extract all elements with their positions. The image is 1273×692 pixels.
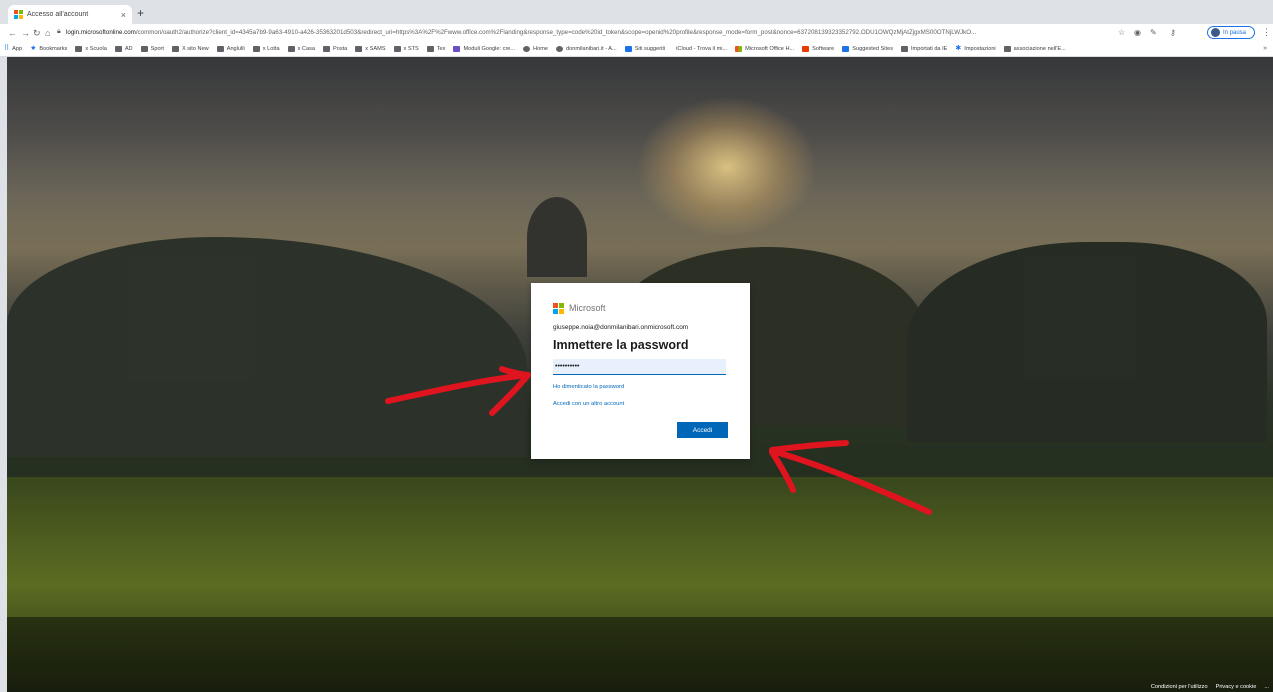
signin-card: Microsoft giuseppe.noia@donmilanibari.on… xyxy=(531,283,750,459)
folder-icon xyxy=(355,46,363,52)
folder-icon xyxy=(252,46,260,52)
bookmark-item[interactable]: Anglulli xyxy=(216,46,245,52)
forms-icon xyxy=(453,46,461,52)
bookmark-item[interactable]: x SAMS xyxy=(355,46,386,52)
forgot-password-link[interactable]: Ho dimenticato la password xyxy=(553,384,727,390)
home-icon[interactable]: ⌂ xyxy=(45,26,50,40)
tab-strip: Accesso all'account × + xyxy=(0,0,1273,24)
apps-icon: ⠿ xyxy=(4,45,10,52)
bookmark-star-icon[interactable]: ☆ xyxy=(1118,27,1125,39)
star-icon: ★ xyxy=(30,45,37,52)
bookmark-item[interactable]: Importati da IE xyxy=(901,46,947,52)
extension-pen-icon[interactable]: ✎ xyxy=(1150,27,1157,39)
bing-icon xyxy=(842,46,850,52)
brand: Microsoft xyxy=(553,302,727,314)
reload-icon[interactable]: ↻ xyxy=(33,26,41,40)
bookmark-item[interactable]: ★ Bookmarks xyxy=(30,45,67,52)
globe-icon xyxy=(556,46,564,52)
tab-title: Accesso all'account xyxy=(27,11,89,18)
bookmark-item[interactable]: Home xyxy=(523,46,548,52)
ms-icon xyxy=(735,46,743,52)
url-path: /common/oauth2/authorize?client_id=4345a… xyxy=(135,29,977,36)
bookmark-item[interactable]: Suggested Sites xyxy=(842,46,893,52)
folder-icon xyxy=(287,46,295,52)
tab-accesso-account[interactable]: Accesso all'account × xyxy=(8,5,132,24)
avatar xyxy=(1211,28,1220,37)
bookmark-item[interactable]: donmilanibari.it - A... xyxy=(556,46,617,52)
bookmark-item[interactable]: Moduli Google: cre... xyxy=(453,46,515,52)
bookmark-item[interactable]: ✱ Impostazioni xyxy=(955,45,995,52)
globe-icon xyxy=(523,46,531,52)
bookmark-item[interactable]: AD xyxy=(114,46,133,52)
folder-icon xyxy=(75,46,83,52)
bookmark-item[interactable]: Posta xyxy=(322,46,347,52)
bookmark-item[interactable]: iCloud - Trova il mi... xyxy=(673,46,727,52)
extension-icon[interactable]: ◉ xyxy=(1134,27,1141,39)
account-identity[interactable]: giuseppe.noia@donmilanibari.onmicrosoft.… xyxy=(553,324,727,331)
bookmark-item[interactable]: x Casa xyxy=(287,46,315,52)
browser-toolbar: ← → ↻ ⌂ 🔒︎ login.microsoftonline.com/com… xyxy=(0,24,1273,42)
page-footer: Condizioni per l'utilizzo Privacy e cook… xyxy=(1151,684,1269,690)
microsoft-logo-icon xyxy=(14,10,23,19)
bookmark-item[interactable]: Siti suggeriti xyxy=(624,46,665,52)
bookmark-item[interactable]: X sito New xyxy=(171,46,209,52)
folder-icon xyxy=(426,46,434,52)
bing-icon xyxy=(624,46,632,52)
bookmark-item[interactable]: Microsoft Office H... xyxy=(735,46,794,52)
other-account-link[interactable]: Accedi con un altro account xyxy=(553,401,727,407)
folder-icon xyxy=(901,46,908,52)
folder-icon xyxy=(114,46,122,52)
office-icon xyxy=(802,46,810,52)
bookmarks-bar: ⠿ App ★ Bookmarks x Scuola AD Sport X sito… xyxy=(0,42,1273,57)
extension-key-icon[interactable]: ⚷ xyxy=(1170,27,1176,39)
bookmark-item[interactable]: associazione nell'E... xyxy=(1003,46,1066,52)
bookmark-item[interactable]: x Lotta xyxy=(252,46,280,52)
folder-icon xyxy=(393,46,401,52)
bookmark-item[interactable]: ⠿ App xyxy=(4,45,22,52)
folder-icon xyxy=(140,46,148,52)
bookmark-item[interactable]: Sport xyxy=(140,46,164,52)
microsoft-logo-icon xyxy=(553,302,564,314)
bookmark-item[interactable]: Software xyxy=(802,46,834,52)
bookmark-item[interactable]: x Scuola xyxy=(75,46,107,52)
footer-more-icon[interactable]: ... xyxy=(1264,684,1269,690)
privacy-link[interactable]: Privacy e cookie xyxy=(1216,684,1257,690)
folder-icon xyxy=(322,46,330,52)
address-bar[interactable]: login.microsoftonline.com/common/oauth2/… xyxy=(66,27,1106,39)
bookmark-item[interactable]: Tex xyxy=(426,46,445,52)
gear-icon: ✱ xyxy=(955,45,962,52)
tab-close-icon[interactable]: × xyxy=(121,10,126,20)
new-tab-button[interactable]: + xyxy=(137,5,144,21)
bookmarks-overflow-icon[interactable]: » xyxy=(1263,45,1267,52)
signin-button[interactable]: Accedi xyxy=(677,422,728,438)
forward-icon[interactable]: → xyxy=(21,26,30,40)
page-title: Immettere la password xyxy=(553,338,689,352)
bookmark-item[interactable]: x STS xyxy=(393,46,419,52)
browser-menu-icon[interactable]: ⋮ xyxy=(1262,27,1271,38)
lock-icon[interactable]: 🔒︎ xyxy=(57,28,61,36)
password-field[interactable] xyxy=(553,359,726,375)
folder-icon xyxy=(216,46,224,52)
folder-icon xyxy=(1003,46,1011,52)
profile-button[interactable]: In pausa xyxy=(1207,26,1255,39)
back-icon[interactable]: ← xyxy=(8,26,17,40)
terms-link[interactable]: Condizioni per l'utilizzo xyxy=(1151,684,1208,690)
url-host: login.microsoftonline.com xyxy=(66,29,136,36)
profile-status: In pausa xyxy=(1223,29,1247,36)
folder-icon xyxy=(171,46,179,52)
brand-name: Microsoft xyxy=(569,303,606,313)
